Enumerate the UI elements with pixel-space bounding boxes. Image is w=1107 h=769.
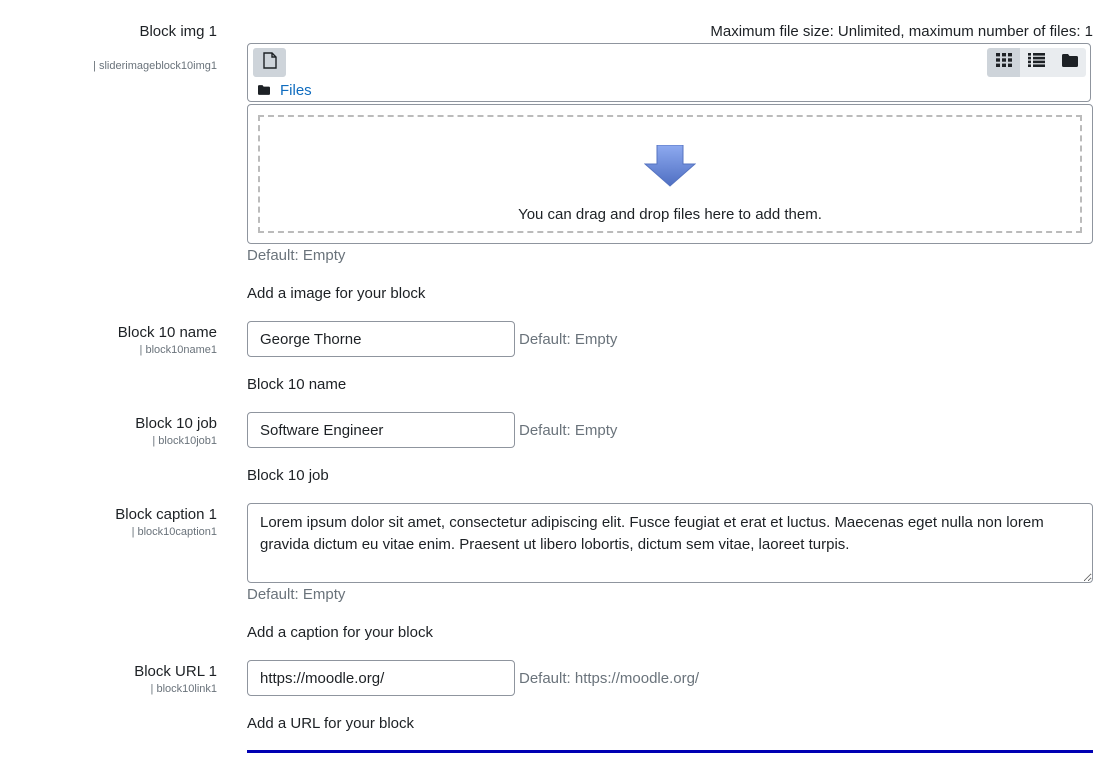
filepicker-path: Files (258, 82, 312, 99)
block-img-default: Default: Empty (247, 247, 346, 264)
files-path-link[interactable]: Files (280, 82, 312, 99)
drop-zone[interactable]: You can drag and drop files here to add … (247, 104, 1093, 244)
view-tree-button[interactable] (1053, 48, 1086, 77)
list-icon (1028, 53, 1045, 72)
block-img-label: Block img 1 (139, 23, 217, 40)
max-file-size-info: Maximum file size: Unlimited, maximum nu… (710, 23, 1093, 40)
arrow-down-icon (643, 144, 697, 192)
block-caption-default: Default: Empty (247, 586, 346, 603)
view-list-button[interactable] (1020, 48, 1053, 77)
grid-icon (995, 53, 1012, 72)
block-url-label: Block URL 1 (134, 663, 217, 680)
block-job-input[interactable] (247, 412, 515, 448)
block-url-setting-name: | block10link1 (150, 683, 217, 695)
block-job-setting-name: | block10job1 (152, 435, 217, 447)
section-divider (247, 750, 1093, 753)
block-url-input[interactable] (247, 660, 515, 696)
add-file-button[interactable] (253, 48, 286, 77)
block-job-description: Block 10 job (247, 467, 329, 484)
block-name-input[interactable] (247, 321, 515, 357)
block-url-default: Default: https://moodle.org/ (519, 670, 700, 687)
folder-icon (1061, 53, 1078, 72)
block-caption-setting-name: | block10caption1 (131, 526, 217, 538)
view-icons-button[interactable] (987, 48, 1020, 77)
block-job-label: Block 10 job (135, 415, 217, 432)
block-caption-description: Add a caption for your block (247, 624, 433, 641)
block-url-description: Add a URL for your block (247, 715, 415, 732)
block-caption-label: Block caption 1 (115, 506, 217, 523)
block-name-description: Block 10 name (247, 376, 347, 393)
drop-zone-text: You can drag and drop files here to add … (518, 206, 822, 223)
filepicker-toolbar: Files (247, 43, 1091, 102)
block-name-default: Default: Empty (519, 331, 618, 348)
block-job-default: Default: Empty (519, 422, 618, 439)
block-name-label: Block 10 name (117, 324, 217, 341)
folder-icon (258, 82, 270, 99)
file-icon (262, 51, 277, 74)
block-img-description: Add a image for your block (247, 285, 426, 302)
view-switcher (987, 48, 1086, 77)
block-caption-textarea[interactable]: Lorem ipsum dolor sit amet, consectetur … (247, 503, 1093, 583)
block-img-setting-name: | sliderimageblock10img1 (93, 60, 217, 72)
block-name-setting-name: | block10name1 (139, 344, 217, 356)
